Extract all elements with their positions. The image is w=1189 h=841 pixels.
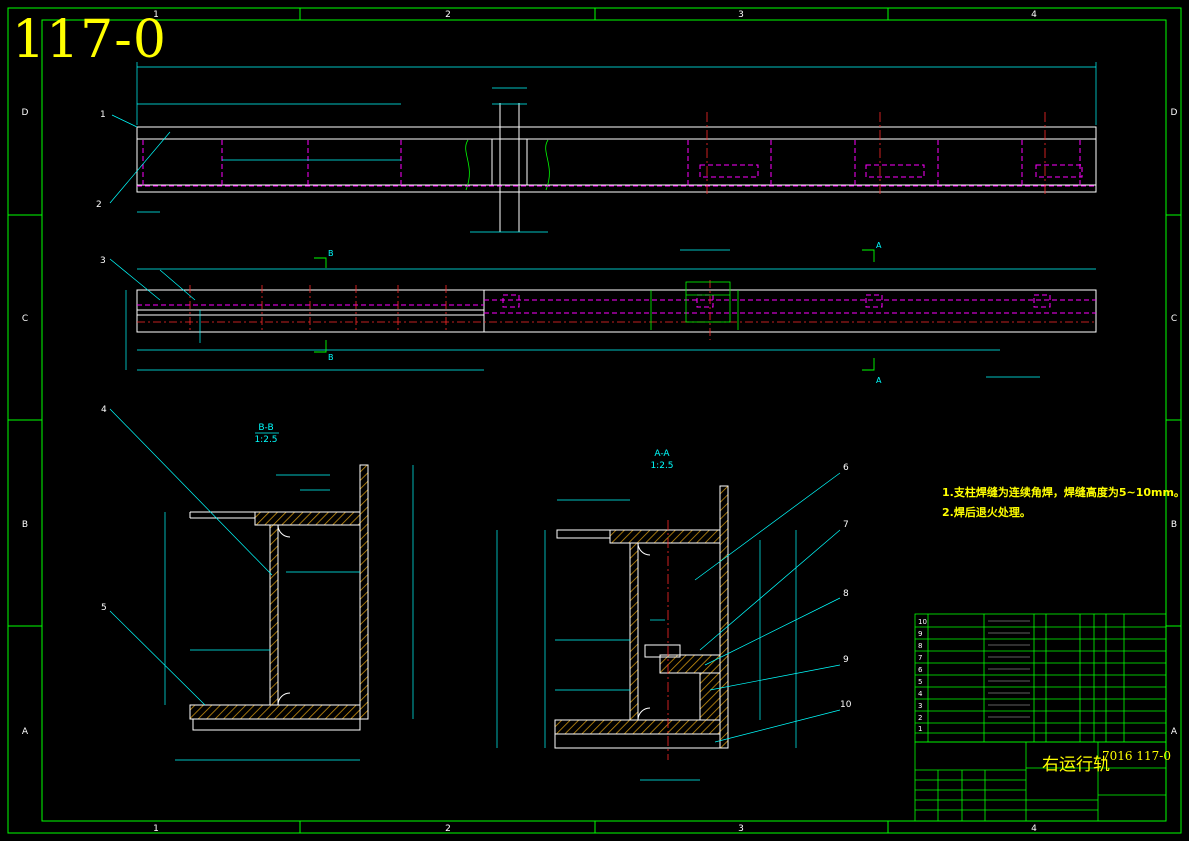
leader-4: 4 <box>101 405 107 415</box>
parts-item-7: 7 <box>918 654 922 662</box>
drawing-number: 117-0 <box>12 10 167 70</box>
zone-left-c: C <box>22 314 28 324</box>
parts-list: 10 9 8 7 6 5 4 3 2 1 <box>914 613 1167 743</box>
zone-bottom-3: 3 <box>738 824 744 834</box>
front-view-leaders <box>109 114 171 204</box>
section-a-a-hatch <box>554 485 729 749</box>
plan-view: A A B B <box>109 241 1097 385</box>
section-a-a-title: A-A <box>654 449 670 459</box>
technical-notes: 1.支柱焊缝为连续角焊，焊缝高度为5~10mm。 2.焊后退火处理。 <box>942 483 1185 523</box>
zone-right-b: B <box>1171 520 1177 530</box>
title-block-code: 7016 117-0 <box>1102 749 1171 763</box>
front-view-dimensions <box>136 62 1097 233</box>
leader-7: 7 <box>843 520 849 530</box>
leader-10: 10 <box>840 700 852 710</box>
drawing-frame <box>7 7 1182 834</box>
leader-8: 8 <box>843 589 849 599</box>
title-block-name: 右运行轨 <box>1042 755 1110 775</box>
parts-item-3: 3 <box>918 702 922 710</box>
parts-item-10: 10 <box>918 618 927 626</box>
leader-numbers: 1 2 3 4 5 6 7 8 9 10 <box>96 110 852 710</box>
zone-top-4: 4 <box>1031 10 1037 20</box>
leader-3: 3 <box>100 256 106 266</box>
cut-label-b-top: B <box>328 249 334 258</box>
zone-top-2: 2 <box>445 10 451 20</box>
zone-left-d: D <box>22 108 29 118</box>
parts-item-1: 1 <box>918 725 922 733</box>
section-a-a-scale: 1:2.5 <box>650 461 673 471</box>
parts-item-2: 2 <box>918 714 922 722</box>
leader-1: 1 <box>100 110 106 120</box>
cut-label-a-bottom: A <box>876 376 882 385</box>
section-a-a: A-A 1:2.5 <box>496 449 841 781</box>
zone-right-a: A <box>1171 727 1178 737</box>
parts-item-8: 8 <box>918 642 922 650</box>
note-2: 2.焊后退火处理。 <box>942 506 1031 519</box>
cut-label-b-bottom: B <box>328 353 334 362</box>
note-1: 1.支柱焊缝为连续角焊，焊缝高度为5~10mm。 <box>942 486 1185 499</box>
zone-right-c: C <box>1171 314 1177 324</box>
leader-2: 2 <box>96 200 102 210</box>
parts-item-6: 6 <box>918 666 923 674</box>
leader-9: 9 <box>843 655 849 665</box>
cut-label-a-top: A <box>876 241 882 250</box>
section-b-b-scale: 1:2.5 <box>254 435 277 445</box>
parts-item-5: 5 <box>918 678 922 686</box>
zone-left-a: A <box>22 727 29 737</box>
parts-item-9: 9 <box>918 630 922 638</box>
zone-right-d: D <box>1171 108 1178 118</box>
zone-bottom-4: 4 <box>1031 824 1037 834</box>
leader-5: 5 <box>101 603 107 613</box>
front-view-hidden <box>137 140 1096 187</box>
section-b-b-title: B-B <box>258 423 273 433</box>
drawing-sheet: 1 2 3 4 1 2 3 4 D C B A D C B A A A B B … <box>7 7 1182 834</box>
section-b-b: B-B 1:2.5 <box>109 408 414 761</box>
zone-bottom-2: 2 <box>445 824 451 834</box>
section-b-b-hatch <box>189 464 369 720</box>
leader-6: 6 <box>843 463 849 473</box>
zone-top-3: 3 <box>738 10 744 20</box>
zone-left-b: B <box>22 520 28 530</box>
parts-item-4: 4 <box>918 690 923 698</box>
front-view <box>109 62 1097 233</box>
zone-bottom-1: 1 <box>153 824 159 834</box>
